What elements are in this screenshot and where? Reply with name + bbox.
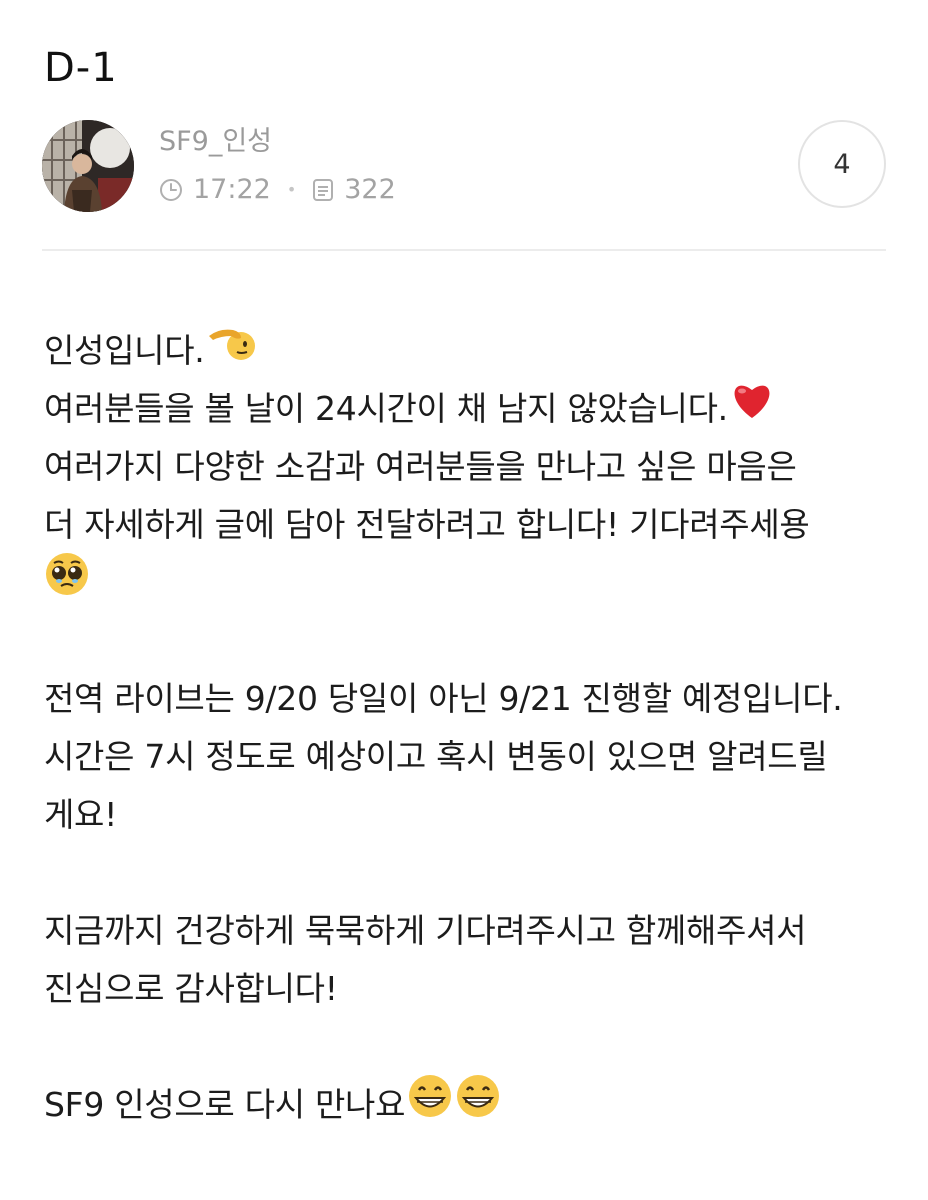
body-text: 여러분들을 볼 날이 24시간이 채 남지 않았습니다.	[44, 389, 728, 428]
author-name[interactable]: SF9_인성	[159, 124, 272, 160]
body-line: 지금까지 건강하게 묵묵하게 기다려주시고 함께해주셔서	[44, 902, 904, 960]
body-text: 진심으로 감사합니다!	[44, 969, 338, 1008]
body-line: 시간은 7시 정도로 예상이고 혹시 변동이 있으면 알려드릴	[44, 728, 904, 786]
body-line: SF9 인성으로 다시 만나요	[44, 1073, 904, 1137]
body-text: 인성입니다.	[44, 331, 205, 370]
red-heart-emoji	[730, 380, 774, 438]
grinning-face-emoji	[455, 1073, 501, 1137]
body-line: 여러가지 다양한 소감과 여러분들을 만나고 싶은 마음은	[44, 438, 904, 496]
body-text: 시간은 7시 정도로 예상이고 혹시 변동이 있으면 알려드릴	[44, 737, 828, 776]
post-meta: 17:22 • 322	[159, 172, 396, 208]
body-line: 인성입니다.	[44, 322, 904, 380]
post-header: SF9_인성 17:22 • 322 4	[42, 120, 886, 212]
body-line: 전역 라이브는 9/20 당일이 아닌 9/21 진행할 예정입니다.	[44, 670, 904, 728]
comment-count-button[interactable]: 4	[798, 120, 886, 208]
body-text: SF9 인성으로 다시 만나요	[44, 1085, 406, 1124]
body-text: 지금까지 건강하게 묵묵하게 기다려주시고 함께해주셔서	[44, 911, 807, 950]
post-body: 인성입니다. 여러분들을 볼 날이 24시간이 채 남지 않았습니다. 여러가지…	[44, 322, 904, 1134]
clock-icon	[159, 178, 183, 202]
pleading-face-emoji	[44, 551, 90, 615]
post-time: 17:22	[193, 174, 271, 205]
body-line	[44, 551, 904, 615]
meta-separator: •	[286, 180, 297, 199]
body-line: 더 자세하게 글에 담아 전달하려고 합니다! 기다려주세용	[44, 496, 904, 554]
body-line: 여러분들을 볼 날이 24시간이 채 남지 않았습니다.	[44, 380, 904, 438]
body-text: 여러가지 다양한 소감과 여러분들을 만나고 싶은 마음은	[44, 447, 797, 486]
view-count: 322	[344, 174, 396, 205]
body-line: 게요!	[44, 786, 904, 844]
salute-face-emoji	[207, 322, 257, 380]
header-divider	[42, 249, 886, 251]
document-icon	[312, 178, 334, 202]
grinning-face-emoji	[407, 1073, 453, 1137]
post-title: D-1	[44, 45, 118, 91]
body-text: 게요!	[44, 795, 118, 834]
body-text: 더 자세하게 글에 담아 전달하려고 합니다! 기다려주세용	[44, 505, 810, 544]
body-line: 진심으로 감사합니다!	[44, 960, 904, 1018]
avatar[interactable]	[42, 120, 134, 212]
body-text: 전역 라이브는 9/20 당일이 아닌 9/21 진행할 예정입니다.	[44, 679, 843, 718]
